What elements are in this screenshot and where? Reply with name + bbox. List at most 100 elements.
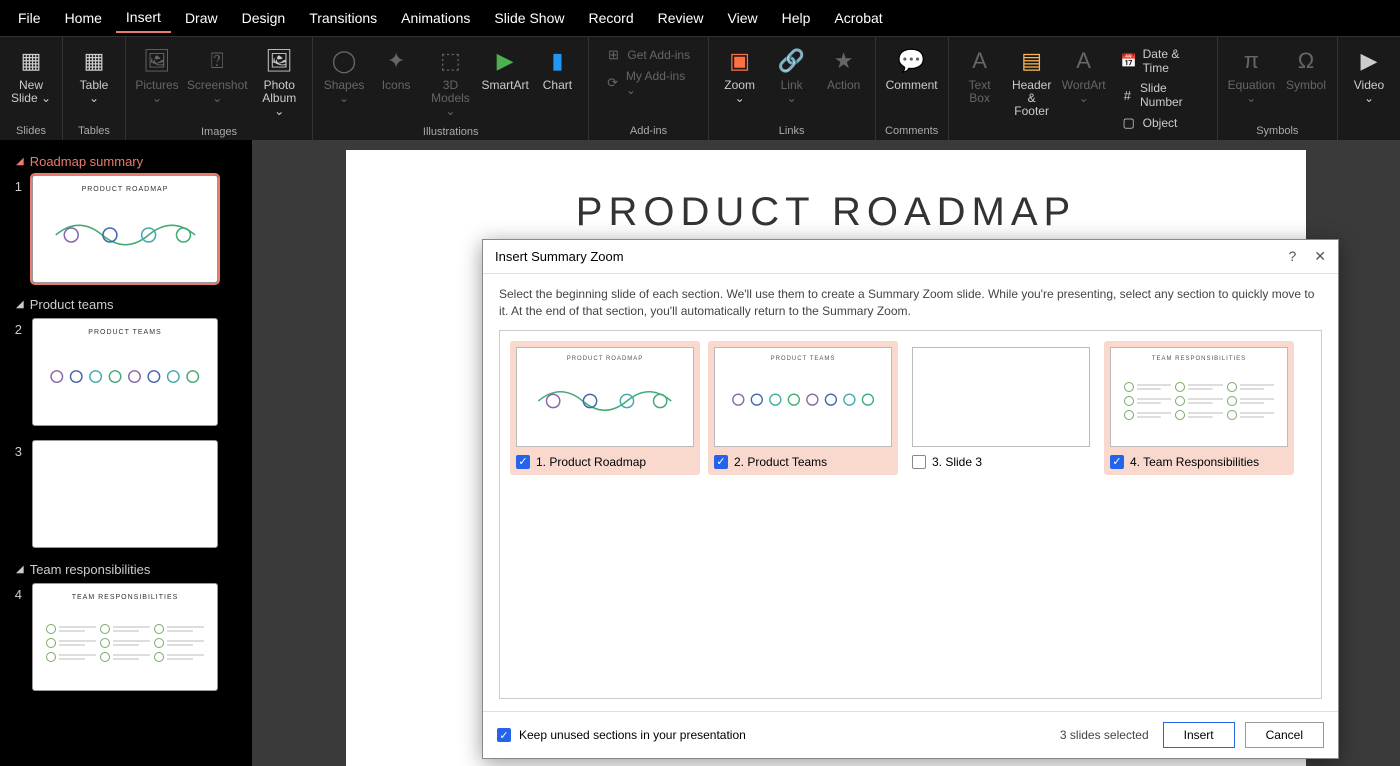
dialog-help-button[interactable]: ? [1288, 248, 1296, 265]
ribbon-group-links: ▣Zoom ⌄ 🔗Link ⌄ ★Action Links [709, 37, 876, 140]
tab-home[interactable]: Home [55, 4, 112, 32]
slide-thumbnail[interactable]: TEAM RESPONSIBILITIES [32, 583, 218, 691]
tab-file[interactable]: File [8, 4, 51, 32]
zoom-checkbox[interactable] [912, 455, 926, 469]
dialog-close-button[interactable]: ✕ [1314, 248, 1326, 265]
cancel-button[interactable]: Cancel [1245, 722, 1324, 748]
section-header[interactable]: ◢Roadmap summary [16, 154, 242, 169]
symbol-button[interactable]: ΩSymbol [1281, 41, 1331, 96]
my-addins-button[interactable]: ⟳My Add-ins ⌄ [601, 67, 695, 99]
zoom-item[interactable]: PRODUCT TEAMS✓2. Product Teams [708, 341, 898, 475]
dialog-title: Insert Summary Zoom [495, 249, 624, 264]
date-time-button[interactable]: 📅Date & Time [1117, 45, 1205, 77]
slide-number-button[interactable]: #Slide Number [1117, 79, 1205, 111]
equation-button[interactable]: πEquation ⌄ [1224, 41, 1279, 109]
zoom-item[interactable]: 3. Slide 3 [906, 341, 1096, 475]
zoom-thumbnail: PRODUCT ROADMAP [516, 347, 694, 447]
ribbon-group-addins: ⊞Get Add-ins ⟳My Add-ins ⌄ Add-ins [589, 37, 708, 140]
zoom-checkbox[interactable]: ✓ [714, 455, 728, 469]
keep-unused-label: Keep unused sections in your presentatio… [519, 728, 746, 742]
textbox-icon: A [964, 45, 996, 77]
header-footer-button[interactable]: ▤Header & Footer [1007, 41, 1057, 123]
wordart-icon: A [1068, 45, 1100, 77]
ribbon-group-tables: ▦ Table ⌄ Tables [63, 37, 126, 140]
tab-insert[interactable]: Insert [116, 3, 171, 33]
shapes-button[interactable]: ◯Shapes ⌄ [319, 41, 369, 109]
tab-review[interactable]: Review [648, 4, 714, 32]
zoom-thumbnail: PRODUCT TEAMS [714, 347, 892, 447]
new-slide-button[interactable]: ▦ New Slide ⌄ [6, 41, 56, 109]
tab-help[interactable]: Help [772, 4, 821, 32]
video-button[interactable]: ▶Video ⌄ [1344, 41, 1394, 109]
slide-number: 3 [8, 440, 22, 459]
group-label-slides: Slides [6, 122, 56, 140]
ribbon-group-media: ▶Video ⌄ [1338, 37, 1400, 140]
group-label-links: Links [715, 122, 869, 140]
slide-thumbnail[interactable]: PRODUCT ROADMAP [32, 175, 218, 283]
dialog-description: Select the beginning slide of each secti… [499, 286, 1322, 320]
section-header[interactable]: ◢Product teams [16, 297, 242, 312]
action-button[interactable]: ★Action [819, 41, 869, 96]
screenshot-icon: ⍰ [201, 45, 233, 77]
get-addins-button[interactable]: ⊞Get Add-ins [601, 45, 695, 65]
header-icon: ▤ [1016, 45, 1048, 77]
zoom-item[interactable]: TEAM RESPONSIBILITIES ✓ 4. Team Responsibi… [1104, 341, 1294, 475]
object-icon: ▢ [1121, 115, 1137, 131]
keep-unused-checkbox[interactable]: ✓ [497, 728, 511, 742]
tab-acrobat[interactable]: Acrobat [824, 4, 892, 32]
zoom-thumbnail [912, 347, 1090, 447]
slide-thumbnail-row[interactable]: 1PRODUCT ROADMAP [8, 175, 242, 283]
chart-button[interactable]: ▮Chart [532, 41, 582, 96]
screenshot-button[interactable]: ⍰Screenshot ⌄ [184, 41, 250, 109]
zoom-icon: ▣ [724, 45, 756, 77]
zoom-label: 4. Team Responsibilities [1130, 455, 1259, 469]
slide-panel[interactable]: ◢Roadmap summary 1PRODUCT ROADMAP ◢Product… [0, 140, 252, 766]
group-label-tables: Tables [69, 122, 119, 140]
slide-number: 2 [8, 318, 22, 337]
slide-title[interactable]: PRODUCT ROADMAP [386, 190, 1266, 235]
zoom-checkbox[interactable]: ✓ [516, 455, 530, 469]
textbox-button[interactable]: AText Box [955, 41, 1005, 109]
tab-transitions[interactable]: Transitions [299, 4, 387, 32]
link-button[interactable]: 🔗Link ⌄ [767, 41, 817, 109]
slide-thumbnail-row[interactable]: 2 PRODUCT TEAMS [8, 318, 242, 426]
link-icon: 🔗 [776, 45, 808, 77]
tab-draw[interactable]: Draw [175, 4, 228, 32]
zoom-thumbnail: TEAM RESPONSIBILITIES [1110, 347, 1288, 447]
pictures-button[interactable]: 🖼Pictures ⌄ [132, 41, 182, 109]
slide-thumbnail[interactable] [32, 440, 218, 548]
tab-slide-show[interactable]: Slide Show [484, 4, 574, 32]
zoom-item[interactable]: PRODUCT ROADMAP ✓ 1. Product Roadmap [510, 341, 700, 475]
dialog-slide-grid[interactable]: PRODUCT ROADMAP✓1. Product RoadmapPRODUC… [499, 330, 1322, 699]
tab-record[interactable]: Record [578, 4, 643, 32]
object-button[interactable]: ▢Object [1117, 113, 1205, 133]
table-icon: ▦ [78, 45, 110, 77]
zoom-label: 1. Product Roadmap [536, 455, 646, 469]
photo-album-icon: 🖼 [263, 45, 295, 77]
group-label-comments: Comments [882, 122, 942, 140]
tab-animations[interactable]: Animations [391, 4, 480, 32]
slide-thumbnail-row[interactable]: 3 [8, 440, 242, 548]
photo-album-button[interactable]: 🖼Photo Album ⌄ [252, 41, 306, 123]
zoom-checkbox[interactable]: ✓ [1110, 455, 1124, 469]
section-header[interactable]: ◢Team responsibilities [16, 562, 242, 577]
icons-button[interactable]: ✦Icons [371, 41, 421, 96]
dialog-titlebar: Insert Summary Zoom ? ✕ [483, 240, 1338, 274]
comment-button[interactable]: 💬Comment [882, 41, 942, 96]
smartart-button[interactable]: ▶SmartArt [480, 41, 531, 96]
slide-thumbnail-row[interactable]: 4 TEAM RESPONSIBILITIES [8, 583, 242, 691]
ribbon-group-images: 🖼Pictures ⌄ ⍰Screenshot ⌄ 🖼Photo Album ⌄… [126, 37, 313, 140]
ribbon-group-comments: 💬Comment Comments [876, 37, 949, 140]
slide-thumbnail[interactable]: PRODUCT TEAMS [32, 318, 218, 426]
shapes-icon: ◯ [328, 45, 360, 77]
models-button[interactable]: ⬚3D Models ⌄ [423, 41, 478, 123]
comment-icon: 💬 [896, 45, 928, 77]
zoom-button[interactable]: ▣Zoom ⌄ [715, 41, 765, 109]
ribbon-group-text: AText Box ▤Header & Footer AWordArt ⌄ 📅D… [949, 37, 1218, 140]
insert-button[interactable]: Insert [1163, 722, 1235, 748]
slide-number: 4 [8, 583, 22, 602]
table-button[interactable]: ▦ Table ⌄ [69, 41, 119, 109]
tab-design[interactable]: Design [232, 4, 296, 32]
tab-view[interactable]: View [718, 4, 768, 32]
wordart-button[interactable]: AWordArt ⌄ [1059, 41, 1109, 109]
